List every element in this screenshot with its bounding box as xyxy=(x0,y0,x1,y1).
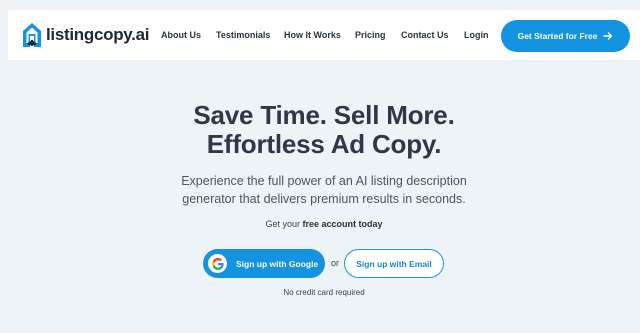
hero-subtitle-line-1: Experience the full power of an AI listi… xyxy=(181,174,467,188)
hero-title: Save Time. Sell More. Effortless Ad Copy… xyxy=(0,101,640,159)
top-navbar: listingcopy.ai About Us Testimonials How… xyxy=(8,10,640,60)
no-credit-card-note: No credit card required xyxy=(283,288,365,297)
get-started-label: Get Started for Free xyxy=(517,31,598,41)
free-account-prefix: Get your xyxy=(265,219,303,229)
free-account-text: Get your free account today xyxy=(0,219,640,229)
nav-testimonials[interactable]: Testimonials xyxy=(216,30,270,40)
sign-up-google-label: Sign up with Google xyxy=(236,258,319,269)
sign-up-google-button[interactable]: Sign up with Google xyxy=(203,249,325,278)
landing-page: listingcopy.ai About Us Testimonials How… xyxy=(0,0,640,333)
hero-title-line-1: Save Time. Sell More. xyxy=(193,100,455,130)
hero-subtitle: Experience the full power of an AI listi… xyxy=(0,172,640,208)
sign-up-email-button[interactable]: Sign up with Email xyxy=(344,249,444,278)
nav-about-us[interactable]: About Us xyxy=(161,30,201,40)
google-icon xyxy=(211,257,224,270)
sign-up-email-label: Sign up with Email xyxy=(356,258,432,269)
get-started-button[interactable]: Get Started for Free xyxy=(501,20,630,52)
free-account-bold: free account today xyxy=(302,219,383,229)
logo[interactable]: listingcopy.ai xyxy=(22,22,149,48)
arrow-right-icon xyxy=(603,32,613,40)
nav-pricing[interactable]: Pricing xyxy=(355,30,386,40)
logo-house-icon xyxy=(23,23,41,47)
or-separator: or xyxy=(331,258,340,268)
hero-title-line-2: Effortless Ad Copy. xyxy=(206,129,442,159)
nav-how-it-works[interactable]: How It Works xyxy=(284,30,341,40)
nav-contact-us[interactable]: Contact Us xyxy=(401,30,449,40)
nav-login[interactable]: Login xyxy=(464,30,489,40)
logo-text: listingcopy.ai xyxy=(46,25,150,44)
google-icon-badge xyxy=(208,254,227,273)
hero-subtitle-line-2: generator that delivers premium results … xyxy=(182,192,466,206)
